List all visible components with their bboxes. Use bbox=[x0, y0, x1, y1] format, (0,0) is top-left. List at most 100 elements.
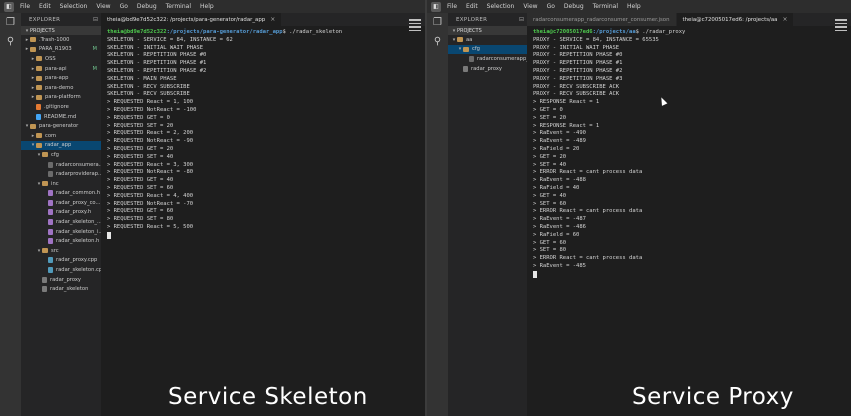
tree-item[interactable]: radar_proxy bbox=[21, 275, 101, 285]
tree-item[interactable]: radar_common.h bbox=[21, 189, 101, 199]
menu-debug[interactable]: Debug bbox=[564, 3, 584, 10]
menu-terminal[interactable]: Terminal bbox=[166, 3, 191, 10]
tree-item-label: cfg bbox=[51, 151, 59, 158]
tree-item[interactable]: ▾ inc bbox=[21, 179, 101, 189]
file-icon bbox=[48, 267, 53, 274]
collapse-all-icon[interactable]: ⊟ bbox=[519, 16, 524, 23]
ide-window-proxy: ◧ File Edit Selection View Go Debug Term… bbox=[427, 0, 851, 416]
tree-item-label: para-app bbox=[45, 75, 69, 82]
tree-item[interactable]: ▾ aa bbox=[448, 35, 527, 45]
tab-json-file[interactable]: radarconsumerapp_radarconsumer_consumer.… bbox=[527, 13, 677, 26]
menu-file[interactable]: File bbox=[20, 3, 30, 10]
tree-item[interactable]: ▸ OSS bbox=[21, 54, 101, 64]
tree-item[interactable]: radar_skeleton.h bbox=[21, 236, 101, 246]
file-icon bbox=[469, 55, 474, 62]
tree-item[interactable]: ▸ .Trash-1000 bbox=[21, 35, 101, 45]
explorer-title: EXPLORER bbox=[456, 16, 488, 23]
projects-section-header[interactable]: ▾ PROJECTS bbox=[21, 26, 101, 35]
tree-item[interactable]: ▸ PARA_R1903 M bbox=[21, 45, 101, 55]
modified-badge: M bbox=[92, 65, 97, 72]
tree-item[interactable]: ▾ src bbox=[21, 246, 101, 256]
tree-item[interactable]: radar_proxy.cpp bbox=[21, 256, 101, 266]
hamburger-menu-icon[interactable] bbox=[409, 19, 421, 33]
tree-item[interactable]: radar_skeleton_i... bbox=[21, 227, 101, 237]
folder-icon bbox=[42, 248, 48, 254]
tab-terminal[interactable]: theia@bd9e7d52c322: /projects/para-gener… bbox=[101, 13, 283, 26]
terminal-line: > REQUESTED SET = 60 bbox=[107, 184, 174, 191]
files-icon[interactable]: ❐ bbox=[5, 18, 16, 28]
menu-help[interactable]: Help bbox=[627, 3, 641, 10]
terminal-line: SKELETON - INITIAL WAIT PHASE bbox=[107, 44, 204, 51]
close-icon[interactable]: × bbox=[270, 16, 275, 23]
menu-terminal[interactable]: Terminal bbox=[593, 3, 618, 10]
terminal-line: > GET = 40 bbox=[533, 192, 567, 199]
tab-bar: theia@bd9e7d52c322: /projects/para-gener… bbox=[101, 13, 425, 26]
terminal-line: > RaField = 20 bbox=[533, 145, 580, 152]
menu-help[interactable]: Help bbox=[200, 3, 214, 10]
tree-item[interactable]: radarconsumerapp_rad... bbox=[448, 54, 527, 64]
tree-item[interactable]: ▾ radar_app bbox=[21, 140, 101, 151]
tree-item[interactable]: radar_proxy_co... bbox=[21, 198, 101, 208]
menu-debug[interactable]: Debug bbox=[137, 3, 157, 10]
tree-item-label: radar_proxy_co... bbox=[56, 199, 101, 206]
tree-item[interactable]: radar_skeleton bbox=[21, 284, 101, 294]
menu-go[interactable]: Go bbox=[547, 3, 555, 10]
collapse-all-icon[interactable]: ⊟ bbox=[93, 16, 98, 23]
tree-item[interactable]: radar_skeleton_... bbox=[21, 217, 101, 227]
menu-edit[interactable]: Edit bbox=[466, 3, 478, 10]
terminal-line: > REQUESTED GET = 20 bbox=[107, 145, 174, 152]
projects-section-header[interactable]: ▾ PROJECTS bbox=[448, 26, 527, 35]
tree-item-label: radarconsumerapp_rad... bbox=[477, 55, 527, 62]
terminal-cursor bbox=[533, 270, 537, 278]
terminal-output[interactable]: theia@c72005017ed6:/projects/aa$ ./radar… bbox=[527, 26, 829, 416]
tree-item-label: com bbox=[45, 132, 57, 139]
search-icon[interactable]: ⚲ bbox=[432, 37, 443, 47]
terminal-line: > RaEvent = -486 bbox=[533, 223, 586, 230]
terminal-output[interactable]: theia@bd9e7d52c322:/projects/para-genera… bbox=[101, 26, 403, 416]
terminal-line: > REQUESTED React = 5, 500 bbox=[107, 223, 194, 230]
theia-logo-icon: ◧ bbox=[4, 1, 14, 12]
tree-item[interactable]: ▾ cfg bbox=[21, 150, 101, 160]
file-icon bbox=[36, 113, 41, 120]
menu-go[interactable]: Go bbox=[120, 3, 128, 10]
close-icon[interactable]: × bbox=[782, 16, 787, 23]
tree-item[interactable]: radar_proxy.h bbox=[21, 208, 101, 218]
tree-item-label: radar_skeleton bbox=[50, 286, 89, 293]
menu-edit[interactable]: Edit bbox=[39, 3, 51, 10]
hamburger-menu-icon[interactable] bbox=[835, 19, 847, 33]
terminal-line: > REQUESTED NotReact = -70 bbox=[107, 200, 194, 207]
tab-terminal[interactable]: theia@c72005017ed6: /projects/aa × bbox=[676, 13, 795, 26]
tree-item[interactable]: radarproviderap... bbox=[21, 169, 101, 179]
menu-view[interactable]: View bbox=[523, 3, 537, 10]
terminal-line: > REQUESTED React = 2, 200 bbox=[107, 130, 194, 137]
terminal-line: > RaEvent = -488 bbox=[533, 177, 586, 184]
folder-icon bbox=[457, 37, 463, 43]
tree-item[interactable]: radar_proxy bbox=[448, 64, 527, 74]
tree-item[interactable]: ▸ para-demo bbox=[21, 83, 101, 93]
tree-item-label: radar_skeleton.h bbox=[56, 238, 100, 245]
tree-item[interactable]: ▾ cfg bbox=[448, 44, 527, 55]
menu-view[interactable]: View bbox=[96, 3, 110, 10]
menu-selection[interactable]: Selection bbox=[60, 3, 88, 10]
tree-item[interactable]: ▸ para-platform bbox=[21, 93, 101, 103]
menu-selection[interactable]: Selection bbox=[487, 3, 515, 10]
file-icon bbox=[48, 190, 53, 197]
menu-bar: ◧ File Edit Selection View Go Debug Term… bbox=[0, 0, 425, 13]
tree-item[interactable]: radar_skeleton.cpp bbox=[21, 265, 101, 275]
tree-item[interactable]: radarconsumera... bbox=[21, 160, 101, 170]
terminal-line: > REQUESTED SET = 20 bbox=[107, 122, 174, 129]
file-icon bbox=[48, 161, 53, 168]
terminal-line: > SET = 60 bbox=[533, 200, 567, 207]
tree-item-label: README.md bbox=[44, 113, 77, 120]
tree-item[interactable]: ▾ para-generator bbox=[21, 121, 101, 131]
folder-icon bbox=[36, 56, 42, 62]
search-icon[interactable]: ⚲ bbox=[5, 37, 16, 47]
tree-item[interactable]: .gitignore bbox=[21, 102, 101, 112]
tree-item[interactable]: ▸ para-api M bbox=[21, 64, 101, 74]
files-icon[interactable]: ❐ bbox=[432, 18, 443, 28]
terminal-line: > ERROR React = cant process data bbox=[533, 255, 643, 262]
tree-item[interactable]: README.md bbox=[21, 112, 101, 122]
tree-item[interactable]: ▸ com bbox=[21, 131, 101, 141]
menu-file[interactable]: File bbox=[447, 3, 457, 10]
tree-item[interactable]: ▸ para-app bbox=[21, 73, 101, 83]
